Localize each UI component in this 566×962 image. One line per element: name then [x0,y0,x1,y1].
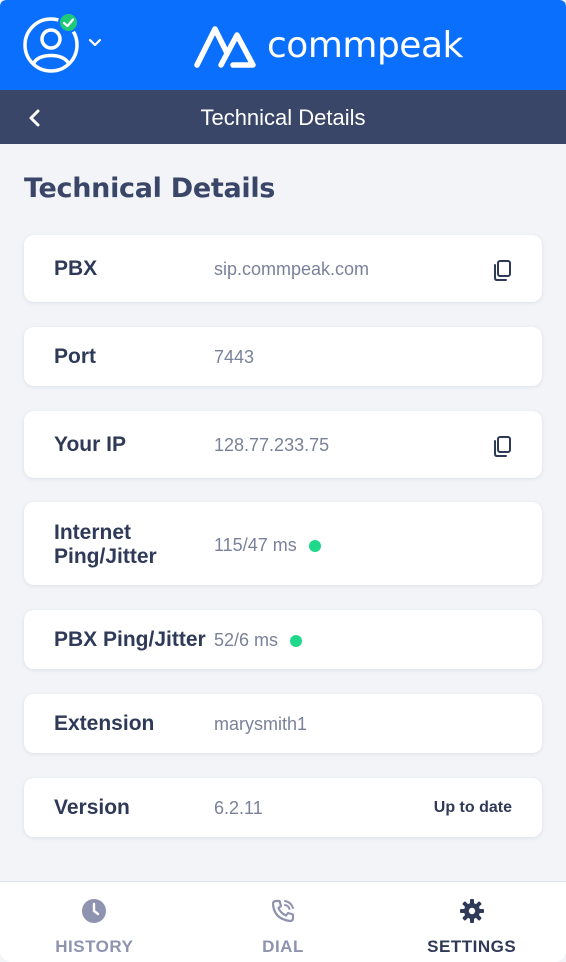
sub-header-title: Technical Details [200,105,366,130]
detail-label: Extension [54,712,155,735]
detail-value: 7443 [214,347,255,367]
detail-card-ip: Your IP 128.77.233.75 [24,411,542,478]
detail-label: PBX [54,257,98,280]
nav-tab-history[interactable]: HISTORY [0,882,189,962]
detail-label: Your IP [54,433,126,456]
top-bar: commpeak [0,0,566,90]
detail-value: 115/47 ms [214,535,297,555]
copy-icon[interactable] [490,258,514,282]
detail-value: 52/6 ms [214,630,279,650]
nav-tab-settings[interactable]: SETTINGS [377,882,566,962]
account-menu[interactable] [22,12,80,74]
bottom-nav: HISTORY DIAL SETTINGS [0,881,566,962]
detail-label: PBX Ping/Jitter [54,628,206,651]
detail-card-version: Version 6.2.11 Up to date [24,778,542,837]
brand-logo: commpeak [193,20,463,72]
nav-label: SETTINGS [427,937,517,956]
detail-label: Version [54,796,130,819]
detail-card-port: Port 7443 [24,327,542,386]
detail-label-line: Ping/Jitter [54,545,157,568]
detail-label-line: Internet [54,521,132,544]
commpeak-logo-icon [194,26,256,68]
detail-card-pbx-ping: PBX Ping/Jitter 52/6 ms [24,610,542,669]
brand-name: commpeak [267,25,463,66]
status-indicator-dot [290,634,303,647]
status-indicator-dot [308,539,321,552]
detail-value: 6.2.11 [214,798,263,818]
chevron-down-icon[interactable] [86,36,104,50]
page-title: Technical Details [24,173,276,204]
phone-icon [271,899,295,923]
clock-icon [82,899,107,923]
check-icon [62,18,75,28]
nav-label: DIAL [262,937,304,956]
detail-card-extension: Extension marysmith1 [24,694,542,753]
version-status: Up to date [433,799,512,816]
nav-tab-dial[interactable]: DIAL [189,882,378,962]
detail-value-row: 115/47 ms [214,535,321,556]
gear-icon [459,899,484,923]
detail-value: marysmith1 [214,714,308,734]
detail-value-row: 52/6 ms [214,630,303,651]
detail-card-pbx: PBX sip.commpeak.com [24,235,542,302]
detail-value: sip.commpeak.com [214,259,370,279]
softphone-app: commpeak Technical Details Technical Det… [0,0,566,962]
detail-label: Internet Ping/Jitter [54,521,157,569]
detail-value: 128.77.233.75 [214,435,330,455]
detail-label: Port [54,345,96,368]
detail-card-internet-ping: Internet Ping/Jitter 115/47 ms [24,502,542,585]
nav-label: HISTORY [55,937,134,956]
sub-header: Technical Details [0,90,566,144]
copy-icon[interactable] [490,434,514,458]
online-status-badge [58,12,79,33]
